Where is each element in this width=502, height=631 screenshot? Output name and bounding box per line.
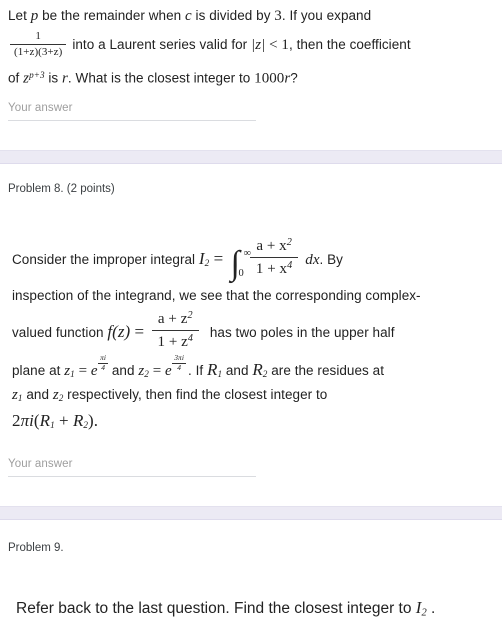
q7-fraction-denominator: (1+z)(3+z): [14, 45, 63, 58]
question-8-line-1: Consider the improper integral I2 = ∫ ∞ 0 a…: [12, 236, 498, 282]
q8-function-arg: (z): [112, 322, 131, 342]
section-separator-2: [0, 506, 502, 520]
q8-exp-e1: e: [90, 363, 98, 380]
q7-modulus-z: |z|: [251, 37, 266, 53]
q7-num-1000: 1000: [254, 70, 285, 87]
q7-fraction-numerator: 1: [10, 30, 67, 45]
q8-text-g: and: [22, 387, 53, 402]
q8-exp-e2: e: [165, 363, 172, 380]
fz-denominator: 1 + z4: [152, 331, 200, 351]
fz-numerator-exp: 2: [187, 310, 193, 321]
q8-residue-R2: R: [252, 360, 263, 380]
integrand-numerator-exp: 2: [286, 236, 292, 248]
q7-text-j: ?: [290, 70, 298, 86]
q7-exponent: p+3: [29, 70, 45, 80]
integrand-fraction: a + x2 1 + x4: [249, 236, 299, 279]
integrand-denominator-exp: 4: [287, 260, 293, 272]
integral-upper-limit: ∞: [243, 248, 252, 260]
q8-text-b: valued function: [12, 325, 108, 341]
q8-text-h: respectively, then find the closest inte…: [63, 387, 328, 402]
q7-num-3: 3: [274, 8, 282, 24]
q8-paren-close: ).: [88, 411, 99, 430]
q8-text-f: are the residues at: [267, 363, 385, 379]
q8-exp-e1-den: 4: [101, 363, 105, 373]
answer-placeholder-7: Your answer: [8, 102, 73, 114]
question-8-line-4: plane at z1 = e πi 4 and z2 = e 3πi 4. If R1…: [12, 353, 498, 382]
answer-field-problem-7[interactable]: Your answer: [8, 102, 256, 121]
q8-text-and: and: [108, 363, 139, 379]
q9-text-a: Refer back to the last question. Find th…: [16, 600, 416, 617]
integral-lower-limit: 0: [238, 268, 244, 280]
q8-exp-e2-exponent: 3πi 4: [172, 353, 186, 373]
q7-text-c: is divided by: [191, 8, 275, 23]
q7-text-d: . If you expand: [281, 8, 372, 23]
q8-dx: dx: [305, 252, 320, 268]
q7-text-h: is: [44, 70, 63, 86]
q8-coeff-2: 2: [12, 411, 21, 430]
q8-text-a: Consider the improper integral: [12, 252, 199, 267]
q8-text-c: has two poles in the upper half: [206, 325, 395, 341]
fz-numerator: a + z2: [151, 310, 200, 332]
question-8-line-6: 2πi(R1 + R2).: [12, 408, 498, 434]
q7-text-i: . What is the closest integer to: [67, 70, 255, 86]
question-8-line-2: inspection of the integrand, we see that…: [12, 288, 421, 303]
integral-sign: ∫ ∞ 0: [231, 247, 251, 281]
q8-exp-e2-den: 4: [177, 363, 182, 373]
integrand-denominator: 1 + x4: [250, 258, 298, 278]
integrand-numerator-text: a + x: [256, 237, 287, 254]
q7-text-e: into a Laurent series valid for: [72, 37, 252, 52]
question-8-text: Consider the improper integral I2 = ∫ ∞ 0 a…: [12, 236, 498, 434]
q8-exp-e1-exponent: πi 4: [98, 353, 109, 373]
integrand-denominator-text: 1 + x: [255, 261, 288, 278]
answer-placeholder-8: Your answer: [8, 458, 73, 470]
q7-var-c: c: [185, 8, 192, 24]
q8-pi-i: πi: [20, 411, 34, 430]
q8-equals-2: =: [130, 322, 149, 342]
q8-equals-4: =: [148, 363, 166, 380]
q8-residue-R1: R: [207, 360, 218, 380]
q7-text-a: Let: [8, 8, 31, 23]
q8-plus: +: [54, 411, 73, 430]
q8-sum-R2: R: [72, 411, 84, 430]
fz-denominator-text: 1 + z: [157, 334, 188, 351]
section-separator-1: [0, 150, 502, 164]
q8-text-d: plane at: [12, 363, 65, 379]
q8-text-by: . By: [319, 252, 343, 267]
fz-fraction: a + z2 1 + z4: [151, 310, 200, 352]
q8-equals-3: =: [74, 363, 91, 380]
section-title-problem-9: Problem 9.: [8, 542, 64, 554]
q8-text-and2: and: [222, 363, 253, 379]
question-8-line-5: z1 and z2 respectively, then find the cl…: [12, 382, 498, 408]
section-title-problem-8: Problem 8. (2 points): [8, 183, 115, 195]
q7-fraction: 1 (1+z)(3+z): [10, 30, 67, 59]
answer-underline-8: [8, 476, 256, 477]
question-7-line-2: 1 (1+z)(3+z) into a Laurent series valid f…: [8, 29, 496, 61]
question-9-text: Refer back to the last question. Find th…: [16, 596, 502, 625]
question-8-line-3: valued function f(z) = a + z2 1 + z4 has …: [12, 310, 498, 354]
fz-numerator-text: a + z: [157, 311, 188, 328]
q7-text-g: of: [8, 70, 24, 86]
q8-equals: =: [209, 249, 228, 268]
answer-underline-7: [8, 120, 256, 121]
question-7-line-3: of zp+3 is r. What is the closest intege…: [8, 61, 496, 88]
q7-num-1: 1: [281, 37, 289, 53]
question-7-text: Let p be the remainder when c is divided…: [8, 2, 496, 88]
q9-text-b: .: [426, 600, 436, 617]
answer-field-problem-8[interactable]: Your answer: [8, 458, 256, 477]
q7-text-f: , then the coefficient: [288, 37, 411, 52]
fz-denominator-exp: 4: [187, 333, 194, 345]
q7-text-b: be the remainder when: [38, 8, 186, 23]
q8-text-e: . If: [187, 363, 207, 379]
q8-sum-R1: R: [39, 411, 51, 430]
q7-less-than: <: [265, 37, 282, 53]
integrand-numerator: a + x2: [249, 236, 299, 259]
question-7-line-1: Let p be the remainder when c is divided…: [8, 2, 496, 29]
